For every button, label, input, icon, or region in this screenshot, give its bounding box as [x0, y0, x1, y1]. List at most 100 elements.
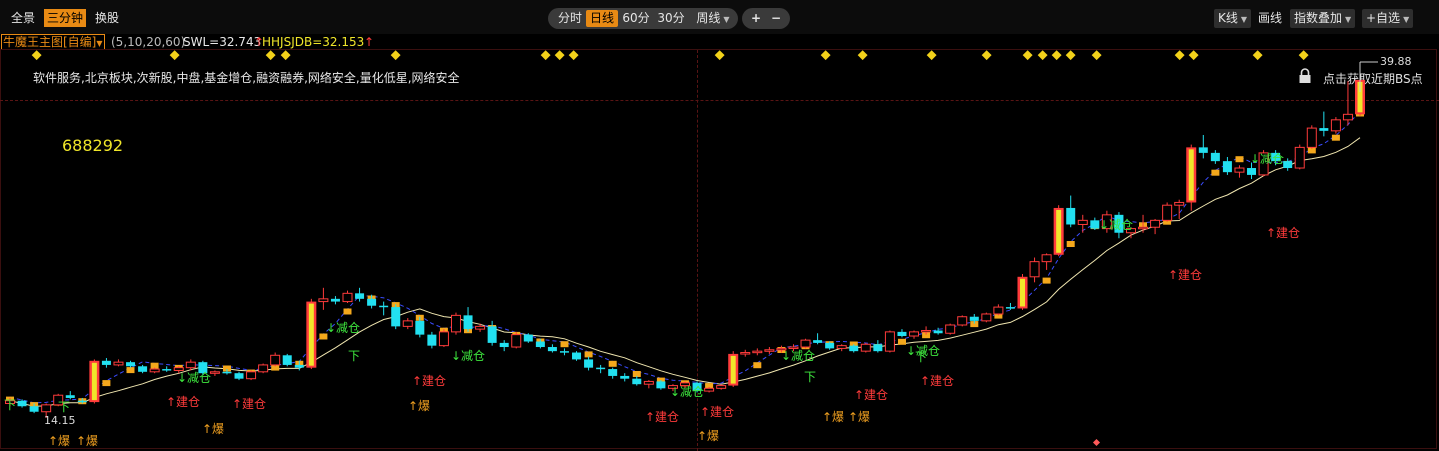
candle-body-core — [730, 355, 736, 384]
event-diamond-icon — [568, 50, 579, 61]
candle-body — [1210, 152, 1220, 162]
candle-body — [1283, 161, 1293, 169]
buy-signal-label: ↑建仓 — [645, 410, 680, 424]
candle-body — [969, 316, 979, 321]
candle-body — [438, 331, 449, 347]
event-diamond-icon — [1252, 50, 1263, 61]
candle-body — [1342, 113, 1353, 121]
candle-body — [813, 340, 823, 343]
candle-body — [1041, 254, 1052, 263]
candle-body — [1330, 119, 1341, 132]
candle-body — [41, 404, 52, 413]
candle-body — [402, 320, 413, 327]
candle-body — [1090, 220, 1100, 229]
candle-body — [342, 292, 353, 303]
candle-body — [379, 305, 389, 308]
candle-body — [318, 298, 329, 303]
down-signal-label: 下 — [348, 349, 361, 363]
candle-body — [740, 352, 751, 355]
candle-body — [620, 375, 630, 379]
event-diamond-icon — [390, 50, 401, 61]
candle-body — [330, 298, 340, 302]
candle-body — [559, 351, 569, 353]
trend-block — [1235, 156, 1244, 163]
candle-body — [933, 330, 943, 334]
candle-body — [270, 354, 281, 366]
sell-signal-label: ↓减仓 — [1250, 152, 1285, 166]
sell-signal-label: ↓减仓 — [670, 385, 705, 399]
candlestick-chart[interactable] — [0, 0, 1439, 451]
event-diamond-icon — [857, 50, 868, 61]
candle-body — [415, 320, 425, 335]
event-diamond-icon — [1037, 50, 1048, 61]
candle-body — [222, 371, 232, 374]
trend-block — [560, 341, 569, 348]
trend-block — [1331, 134, 1340, 141]
candle-body — [572, 352, 582, 360]
event-diamond-icon — [169, 50, 180, 61]
event-diamond-icon — [1174, 50, 1185, 61]
candle-body-core — [91, 362, 97, 401]
candle-body — [1294, 146, 1305, 169]
trend-block — [584, 351, 593, 358]
candle-body — [800, 339, 811, 348]
candle-body — [246, 371, 257, 380]
event-diamond-icon — [981, 50, 992, 61]
candle-body — [981, 313, 992, 322]
candle-body — [656, 381, 666, 389]
event-diamond-icon — [926, 50, 937, 61]
candle-body — [1066, 207, 1076, 225]
candle-body — [1198, 147, 1208, 153]
candle-body — [463, 315, 473, 330]
candle-body — [499, 342, 509, 348]
candle-body — [608, 369, 618, 376]
event-diamond-icon — [1065, 50, 1076, 61]
boom-signal-label: ↑爆 — [48, 434, 71, 448]
trend-block — [1211, 169, 1220, 176]
high-price-label: 39.88 — [1380, 55, 1412, 68]
candle-body — [909, 331, 920, 337]
candle-body — [185, 361, 196, 369]
event-diamond-icon — [31, 50, 42, 61]
candle-body — [596, 367, 606, 370]
candle-body — [1174, 201, 1185, 206]
candle-body-core — [1188, 149, 1194, 201]
trend-block — [343, 308, 352, 315]
candle-body-core — [1020, 278, 1025, 307]
candle-body — [450, 314, 461, 333]
candle-body-core — [1056, 209, 1062, 253]
candle-body — [1138, 226, 1149, 230]
trend-block — [102, 380, 111, 387]
candle-body — [849, 345, 859, 352]
candle-body — [752, 350, 763, 354]
candle-body — [282, 355, 292, 365]
candle-body — [945, 324, 956, 334]
event-diamond-icon — [554, 50, 565, 61]
sell-signal-label: ↓减仓 — [451, 349, 486, 363]
down-signal-label: 下 — [4, 398, 17, 412]
trend-block — [898, 338, 906, 345]
candle-body — [897, 331, 907, 337]
trend-block — [1042, 277, 1051, 284]
down-signal-label: 下 — [915, 350, 928, 364]
candle-body — [1247, 168, 1257, 175]
candle-body — [825, 342, 835, 349]
buy-signal-label: ↑建仓 — [920, 374, 955, 388]
event-diamond-icon — [540, 50, 551, 61]
candle-body — [921, 330, 932, 333]
candle-body — [391, 307, 401, 327]
event-diamond-icon — [1051, 50, 1062, 61]
candle-body — [704, 387, 715, 392]
candle-body — [511, 334, 522, 348]
event-diamond-icon — [1092, 438, 1101, 447]
candle-body — [993, 306, 1004, 315]
down-signal-label: 下 — [804, 370, 817, 384]
event-diamond-icon — [714, 50, 725, 61]
trend-block — [608, 360, 617, 367]
candle-body — [860, 343, 871, 352]
candle-body-core — [308, 303, 314, 366]
candle-body — [1150, 219, 1161, 228]
candle-body — [884, 331, 895, 352]
low-price-label: 14.15 — [44, 414, 76, 427]
candle-body — [1029, 261, 1040, 278]
